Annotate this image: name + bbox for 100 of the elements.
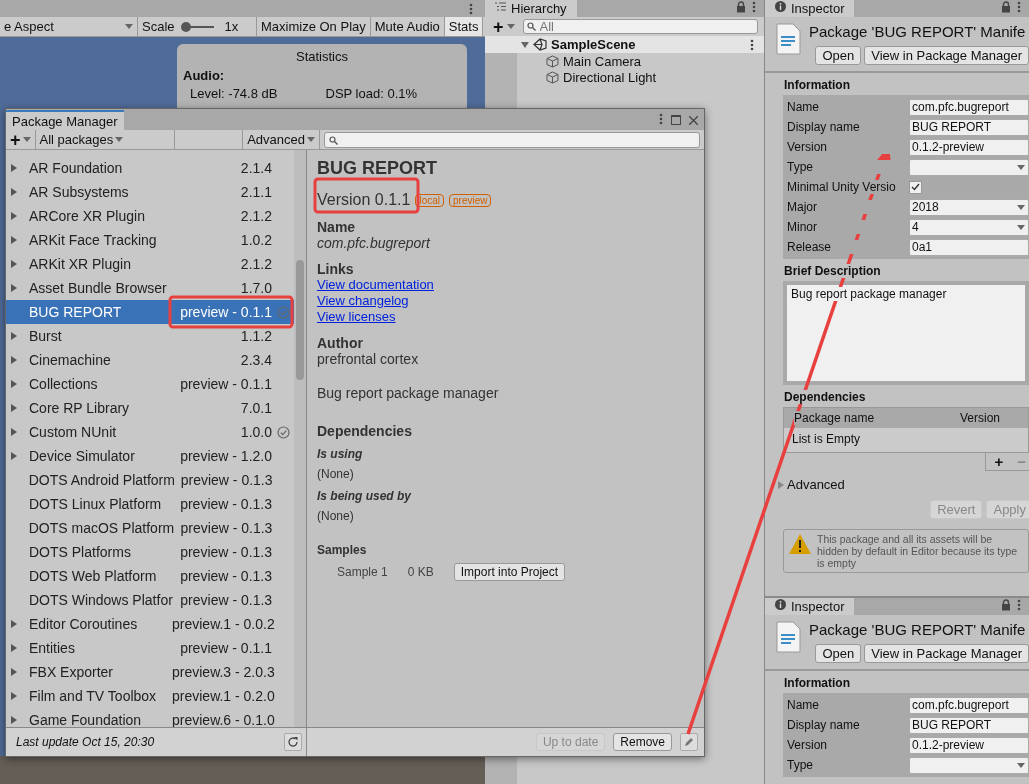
- collapsed-arrow-icon[interactable]: [10, 380, 18, 388]
- collapsed-arrow-icon[interactable]: [10, 716, 18, 724]
- dependency-heading: Is using: [317, 447, 363, 461]
- edit-button[interactable]: [680, 733, 698, 751]
- collapsed-arrow-icon[interactable]: [10, 236, 18, 244]
- link[interactable]: View licenses: [317, 309, 396, 325]
- search-field[interactable]: [324, 132, 700, 148]
- text-field[interactable]: 0.1.2-preview: [909, 736, 1029, 754]
- text-field[interactable]: 0.1.2-preview: [909, 138, 1029, 156]
- hierarchy-item[interactable]: Main Camera: [563, 53, 642, 69]
- package-row[interactable]: Editor Coroutines preview.1 - 0.0.2: [6, 612, 294, 636]
- add-button[interactable]: +: [994, 453, 1004, 470]
- package-row[interactable]: DOTS Windows Platfor preview - 0.1.3: [6, 588, 294, 612]
- collapsed-arrow-icon[interactable]: [10, 260, 18, 268]
- more-options-icon[interactable]: [750, 38, 754, 51]
- collapsed-arrow-icon[interactable]: [10, 332, 18, 340]
- search-field[interactable]: All: [522, 19, 758, 34]
- expanded-arrow-icon[interactable]: [521, 40, 529, 49]
- package-row[interactable]: DOTS Web Platform preview - 0.1.3: [6, 564, 294, 588]
- package-row[interactable]: Burst 1.1.2: [6, 324, 294, 348]
- more-options-icon[interactable]: [1017, 1, 1021, 13]
- advanced-foldout[interactable]: Advanced: [787, 477, 845, 492]
- collapsed-arrow-icon[interactable]: [10, 188, 18, 196]
- more-options-icon[interactable]: [469, 2, 473, 15]
- collapsed-arrow-icon[interactable]: [10, 164, 18, 172]
- import-button[interactable]: Import into Project: [453, 563, 566, 581]
- dropdown-field[interactable]: 2018: [909, 198, 1029, 216]
- package-row[interactable]: ARCore XR Plugin 2.1.2: [6, 204, 294, 228]
- package-row[interactable]: Collections preview - 0.1.1: [6, 372, 294, 396]
- lock-icon[interactable]: [1001, 1, 1011, 13]
- dropdown-field[interactable]: 4: [909, 218, 1029, 236]
- refresh-button[interactable]: [284, 733, 302, 751]
- collapsed-arrow-icon[interactable]: [10, 452, 18, 460]
- package-row[interactable]: Device Simulator preview - 1.2.0: [6, 444, 294, 468]
- package-row[interactable]: AR Foundation 2.1.4: [6, 156, 294, 180]
- header-button[interactable]: View in Package Manager: [864, 46, 1029, 65]
- header-button[interactable]: View in Package Manager: [864, 644, 1029, 663]
- description-field[interactable]: Bug report package manager: [787, 285, 1025, 381]
- link[interactable]: View changelog: [317, 293, 409, 309]
- text-field[interactable]: com.pfc.bugreport: [909, 98, 1029, 116]
- package-row[interactable]: BUG REPORT preview - 0.1.1: [6, 300, 294, 324]
- package-row[interactable]: DOTS Android Platform preview - 0.1.3: [6, 468, 294, 492]
- aspect-dropdown[interactable]: e Aspect: [0, 17, 138, 36]
- collapsed-arrow-icon[interactable]: [10, 620, 18, 628]
- toggle-button[interactable]: Stats: [444, 17, 484, 36]
- header-button[interactable]: Open: [815, 644, 862, 663]
- more-options-icon[interactable]: [1017, 599, 1021, 611]
- package-row[interactable]: Entities preview - 0.1.1: [6, 636, 294, 660]
- checkbox[interactable]: [909, 180, 922, 194]
- collapsed-arrow-icon[interactable]: [10, 284, 18, 292]
- package-version: preview - 0.1.3: [179, 544, 272, 560]
- package-row[interactable]: DOTS macOS Platform preview - 0.1.3: [6, 516, 294, 540]
- package-row[interactable]: Game Foundation preview.6 - 0.1.0: [6, 708, 294, 727]
- collapsed-arrow-icon[interactable]: [10, 644, 18, 652]
- add-package-button[interactable]: +: [6, 130, 36, 149]
- inspector-tab[interactable]: Inspector: [765, 0, 855, 17]
- package-row[interactable]: DOTS Linux Platform preview - 0.1.3: [6, 492, 294, 516]
- text-field[interactable]: BUG REPORT: [909, 118, 1029, 136]
- close-icon[interactable]: [689, 116, 698, 125]
- maximize-icon[interactable]: [671, 115, 681, 125]
- package-row[interactable]: Asset Bundle Browser 1.7.0: [6, 276, 294, 300]
- dependency-value: (None): [317, 467, 354, 481]
- filter-dropdown[interactable]: All packages: [35, 130, 175, 149]
- hierarchy-item[interactable]: Directional Light: [563, 69, 657, 85]
- package-row[interactable]: AR Subsystems 2.1.1: [6, 180, 294, 204]
- text-field[interactable]: BUG REPORT: [909, 716, 1029, 734]
- text-field[interactable]: 0a1: [909, 238, 1029, 256]
- package-row[interactable]: DOTS Platforms preview - 0.1.3: [6, 540, 294, 564]
- more-options-icon[interactable]: [659, 113, 663, 125]
- advanced-dropdown[interactable]: Advanced: [242, 130, 320, 149]
- more-options-icon[interactable]: [752, 1, 756, 13]
- text-field[interactable]: com.pfc.bugreport: [909, 696, 1029, 714]
- slider-thumb[interactable]: [180, 21, 191, 32]
- package-row[interactable]: FBX Exporter preview.3 - 2.0.3: [6, 660, 294, 684]
- collapsed-arrow-icon[interactable]: [10, 692, 18, 700]
- collapsed-arrow-icon[interactable]: [10, 404, 18, 412]
- lock-icon[interactable]: [736, 1, 746, 13]
- empty-list-text: List is Empty: [792, 432, 860, 446]
- collapsed-arrow-icon[interactable]: [10, 428, 18, 436]
- link[interactable]: View documentation: [317, 277, 434, 293]
- collapsed-arrow-icon[interactable]: [10, 356, 18, 364]
- package-row[interactable]: ARKit Face Tracking 1.0.2: [6, 228, 294, 252]
- lock-icon[interactable]: [1001, 599, 1011, 611]
- inspector-tab[interactable]: Inspector: [765, 598, 855, 615]
- collapsed-arrow-icon[interactable]: [10, 212, 18, 220]
- package-row[interactable]: Custom NUnit 1.0.0: [6, 420, 294, 444]
- package-version: preview - 0.1.3: [179, 472, 273, 488]
- header-button[interactable]: Open: [815, 46, 862, 65]
- package-row[interactable]: ARKit XR Plugin 2.1.2: [6, 252, 294, 276]
- package-row[interactable]: Core RP Library 7.0.1: [6, 396, 294, 420]
- package-row[interactable]: Film and TV Toolbox preview.1 - 0.2.0: [6, 684, 294, 708]
- dropdown-field[interactable]: [909, 756, 1029, 774]
- hierarchy-tab[interactable]: Hierarchy: [485, 0, 577, 17]
- scrollbar-thumb[interactable]: [296, 260, 304, 380]
- footer-button[interactable]: Remove: [613, 733, 672, 751]
- package-manager-tab[interactable]: Package Manager: [6, 110, 124, 130]
- package-row[interactable]: Cinemachine 2.3.4: [6, 348, 294, 372]
- dropdown-field[interactable]: [909, 158, 1029, 176]
- create-button[interactable]: +: [491, 17, 517, 36]
- collapsed-arrow-icon[interactable]: [10, 668, 18, 676]
